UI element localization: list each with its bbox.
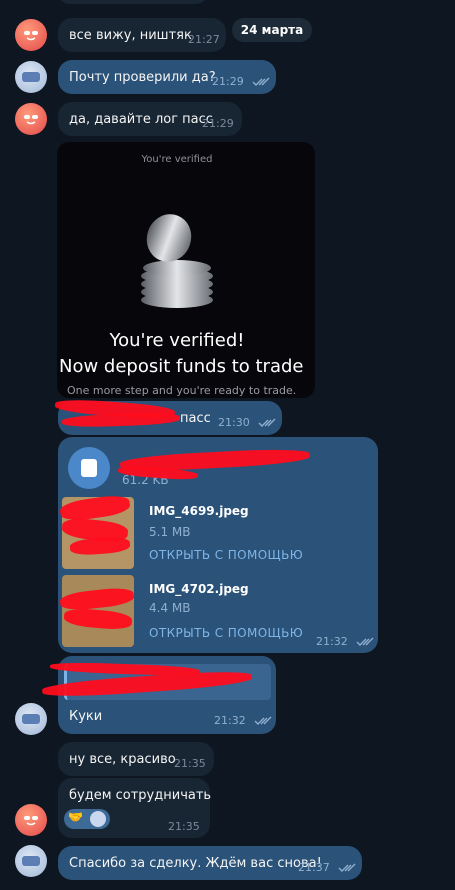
message-time: 21:35 (168, 820, 200, 833)
message-time: 21:29 (202, 117, 234, 130)
sunglasses-face-icon (24, 816, 38, 826)
message-bubble[interactable]: да, давайте лог пасс 21:29 (58, 102, 242, 136)
file-size: 4.4 MB (149, 601, 191, 615)
avatar[interactable] (15, 103, 47, 135)
verified-subtitle: One more step and you're ready to trade. (67, 384, 297, 397)
message-bubble-partial (58, 0, 208, 4)
avatar[interactable] (15, 804, 47, 836)
message-bubble[interactable]: Спасибо за сделку. Ждём вас снова! 21:37 (58, 846, 362, 880)
message-bubble[interactable]: все вижу, ништяк 21:27 (58, 18, 226, 52)
double-check-icon (252, 77, 270, 86)
message-time: 21:30 (218, 416, 250, 429)
message-time: 21:37 (298, 861, 330, 874)
avatar[interactable] (15, 845, 47, 877)
message-time: 21:27 (188, 33, 220, 46)
open-with-link[interactable]: ОТКРЫТЬ С ПОМОЩЬЮ (149, 548, 303, 562)
avatar[interactable] (15, 19, 47, 51)
message-text: ну все, красиво (69, 752, 176, 767)
handshake-icon: 🤝 (68, 810, 83, 824)
message-text: Почту проверили да? (69, 70, 216, 85)
message-text: Спасибо за сделку. Ждём вас снова! (69, 856, 322, 871)
message-time: 21:32 (214, 714, 246, 727)
file-name: IMG_4699.jpeg (149, 504, 249, 518)
message-text: пасс (180, 411, 211, 426)
verified-title: You're verified! (109, 330, 245, 351)
sunglasses-face-icon (24, 115, 38, 125)
message-bubble[interactable]: ну все, красиво 21:35 (58, 742, 214, 776)
message-time: 21:29 (212, 75, 244, 88)
file-name: IMG_4702.jpeg (149, 582, 249, 596)
open-with-link[interactable]: ОТКРЫТЬ С ПОМОЩЬЮ (149, 626, 303, 640)
double-check-icon (338, 863, 356, 872)
document-icon[interactable] (68, 447, 110, 489)
avatar (90, 811, 106, 827)
message-time: 21:32 (316, 635, 348, 648)
double-check-icon (258, 418, 276, 427)
message-bubble[interactable]: будем сотрудничать 🤝 21:35 (58, 778, 212, 838)
message-text: будем сотрудничать (69, 788, 212, 803)
message-text: да, давайте лог пасс (69, 112, 213, 127)
reaction-chip[interactable]: 🤝 (64, 809, 110, 829)
verified-subtitle-heading: Now deposit funds to trade (59, 356, 304, 377)
double-check-icon (254, 716, 272, 725)
sunglasses-face-icon (24, 31, 38, 41)
message-text: все вижу, ништяк (69, 28, 192, 43)
double-check-icon (356, 637, 374, 646)
verified-header: You're verified (141, 154, 213, 165)
message-time: 21:35 (174, 757, 206, 770)
avatar[interactable] (15, 61, 47, 93)
message-text: Куки (69, 709, 103, 724)
file-size: 5.1 MB (149, 525, 191, 539)
avatar[interactable] (15, 703, 47, 735)
coins-icon (141, 214, 213, 308)
date-separator: 24 марта (232, 18, 312, 42)
message-bubble[interactable]: Почту проверили да? 21:29 (58, 60, 276, 94)
verified-image[interactable]: You're verified You're verified! Now dep… (57, 142, 315, 398)
